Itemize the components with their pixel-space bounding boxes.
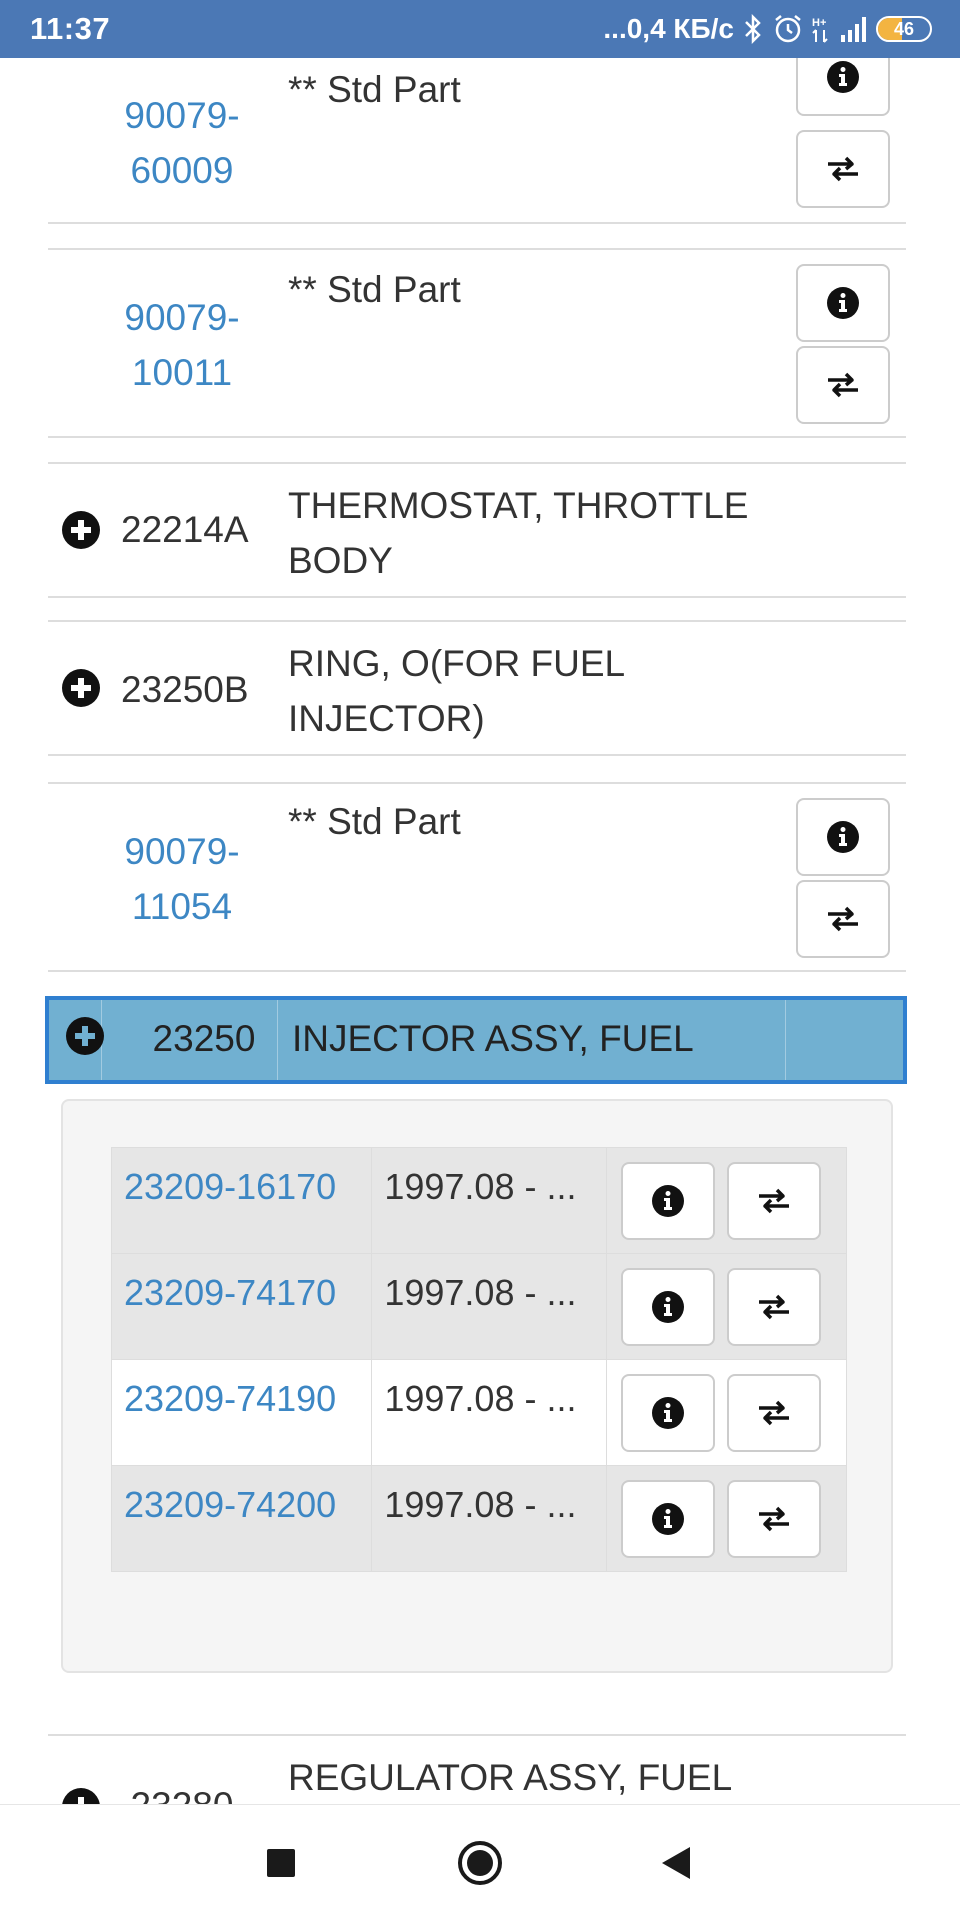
sub-parts-table: 23209-16170 1997.08 - ... 23209-74170 19… [110, 1147, 848, 1572]
info-button[interactable] [620, 1162, 715, 1240]
table-row: 23209-16170 1997.08 - ... [110, 1147, 848, 1254]
exchange-arrows-icon [828, 906, 858, 932]
sub-part-number-link[interactable]: 23209-74200 [110, 1465, 373, 1572]
group-row[interactable]: 23280 REGULATOR ASSY, FUEL [48, 1734, 906, 1804]
signal-icon [841, 17, 866, 42]
part-description: RING, O(FOR FUEL INJECTOR) [288, 643, 626, 739]
info-icon [827, 821, 859, 853]
sub-part-actions [605, 1359, 848, 1466]
part-description: ** Std Part [288, 801, 461, 842]
table-row: 23209-74190 1997.08 - ... [110, 1359, 848, 1466]
sub-part-number-link[interactable]: 23209-16170 [110, 1147, 373, 1254]
exchange-arrows-icon [758, 1400, 789, 1426]
info-icon [651, 1185, 684, 1217]
part-description: ** Std Part [288, 69, 461, 110]
network-speed: ...0,4 КБ/с [603, 13, 734, 44]
part-description: INJECTOR ASSY, FUEL [292, 1018, 694, 1059]
sub-part-date: 1997.08 - ... [371, 1359, 607, 1466]
hplus-icon: H+ [812, 17, 828, 43]
part-row: 90079- 11054 ** Std Part [48, 782, 906, 972]
part-number: 23280 [121, 1778, 243, 1804]
part-row: 90079- 60009 ** Std Part [48, 58, 906, 224]
replace-button[interactable] [726, 1268, 821, 1346]
part-number-link[interactable]: 90079- 60009 [121, 88, 243, 198]
info-button[interactable] [796, 264, 890, 342]
table-row: 23209-74200 1997.08 - ... [110, 1465, 848, 1572]
expand-plus-icon[interactable] [62, 669, 100, 707]
part-description: THERMOSTAT, THROTTLE BODY [288, 485, 749, 581]
info-icon [827, 287, 859, 319]
exchange-arrows-icon [758, 1294, 789, 1320]
svg-text:H+: H+ [812, 17, 826, 29]
group-row[interactable]: 22214A THERMOSTAT, THROTTLE BODY [48, 462, 906, 598]
part-number-link[interactable]: 90079- 11054 [121, 824, 243, 934]
sub-parts-panel: 23209-16170 1997.08 - ... 23209-74170 19… [61, 1099, 893, 1673]
sub-part-actions [605, 1465, 848, 1572]
sub-part-number-link[interactable]: 23209-74190 [110, 1359, 373, 1466]
info-button[interactable] [796, 798, 890, 876]
home-icon [458, 1841, 502, 1885]
navigation-bar [0, 1804, 960, 1921]
info-icon [651, 1397, 684, 1429]
expand-plus-icon[interactable] [66, 1017, 104, 1055]
status-bar: 11:37 ...0,4 КБ/с H+ 46 [0, 0, 960, 58]
part-number: 22214A [121, 509, 249, 550]
info-button[interactable] [620, 1268, 715, 1346]
part-number: 23250B [121, 669, 249, 710]
group-row[interactable]: 23250B RING, O(FOR FUEL INJECTOR) [48, 620, 906, 756]
expand-plus-icon[interactable] [62, 1788, 100, 1804]
replace-button[interactable] [726, 1162, 821, 1240]
replace-button[interactable] [726, 1480, 821, 1558]
replace-button[interactable] [796, 880, 890, 958]
expand-plus-icon[interactable] [62, 511, 100, 549]
info-icon [651, 1291, 684, 1323]
part-row: 90079- 10011 ** Std Part [48, 248, 906, 438]
battery-level: 46 [893, 18, 915, 39]
back-button[interactable] [648, 1835, 704, 1891]
sub-part-number-link[interactable]: 23209-74170 [110, 1253, 373, 1360]
recents-icon [267, 1849, 295, 1877]
exchange-arrows-icon [828, 372, 858, 398]
part-description: ** Std Part [288, 269, 461, 310]
sub-part-date: 1997.08 - ... [371, 1253, 607, 1360]
info-button[interactable] [620, 1480, 715, 1558]
back-icon [662, 1847, 690, 1879]
exchange-arrows-icon [828, 156, 858, 182]
replace-button[interactable] [796, 346, 890, 424]
table-row: 23209-74170 1997.08 - ... [110, 1253, 848, 1360]
replace-button[interactable] [726, 1374, 821, 1452]
exchange-arrows-icon [758, 1506, 789, 1532]
part-description: REGULATOR ASSY, FUEL [288, 1757, 733, 1798]
alarm-icon [775, 15, 801, 43]
info-icon [651, 1503, 684, 1535]
home-button[interactable] [452, 1835, 508, 1891]
status-icons: ...0,4 КБ/с H+ 46 [603, 13, 932, 45]
bluetooth-icon [745, 14, 761, 44]
sub-part-date: 1997.08 - ... [371, 1465, 607, 1572]
sub-part-actions [605, 1147, 848, 1254]
sub-part-date: 1997.08 - ... [371, 1147, 607, 1254]
recents-button[interactable] [253, 1835, 309, 1891]
info-button[interactable] [796, 58, 890, 116]
selected-group-row[interactable]: 23250 INJECTOR ASSY, FUEL [45, 996, 907, 1084]
info-icon [827, 61, 859, 93]
sub-part-actions [605, 1253, 848, 1360]
part-number-link[interactable]: 90079- 10011 [121, 290, 243, 400]
exchange-arrows-icon [758, 1188, 789, 1214]
replace-button[interactable] [796, 130, 890, 208]
parts-list: 90079- 60009 ** Std Part 90079- 10011 **… [0, 58, 960, 1804]
battery-icon: 46 [876, 16, 932, 42]
status-time: 11:37 [30, 11, 111, 46]
info-button[interactable] [620, 1374, 715, 1452]
part-number: 23250 [152, 1018, 256, 1059]
